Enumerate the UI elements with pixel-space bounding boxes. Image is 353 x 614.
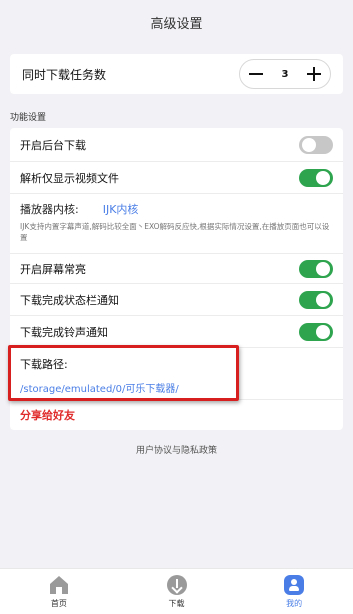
nav-me-label: 我的 — [286, 598, 303, 608]
nav-download[interactable]: 下载 — [118, 569, 236, 614]
page-title: 高级设置 — [150, 16, 203, 32]
status-notify-label: 下载完成状态栏通知 — [20, 293, 119, 307]
nav-me[interactable]: 我的 — [235, 569, 353, 614]
concurrent-tasks-value: 3 — [281, 68, 289, 80]
screen-on-toggle[interactable] — [299, 259, 333, 278]
nav-download-label: 下载 — [168, 598, 185, 608]
setting-ring-notify[interactable]: 下载完成铃声通知 — [10, 316, 343, 348]
nav-home-label: 首页 — [50, 598, 67, 608]
concurrent-tasks-stepper: 3 — [239, 59, 331, 89]
setting-background-download[interactable]: 开启后台下载 — [10, 128, 343, 162]
concurrent-tasks-card: 同时下载任务数 3 — [10, 54, 343, 94]
setting-screen-on[interactable]: 开启屏幕常亮 — [10, 254, 343, 284]
highlight-box — [8, 345, 239, 401]
video-only-label: 解析仅显示视频文件 — [20, 171, 119, 185]
setting-status-notify[interactable]: 下载完成状态栏通知 — [10, 284, 343, 316]
share-label: 分享给好友 — [20, 409, 75, 422]
share-row[interactable]: 分享给好友 — [10, 400, 343, 430]
toggle-knob — [316, 261, 330, 276]
toggle-knob — [316, 324, 330, 339]
status-notify-toggle[interactable] — [299, 290, 333, 309]
toggle-knob — [302, 137, 316, 152]
bottom-nav: 首页 下载 我的 — [0, 568, 353, 614]
background-download-label: 开启后台下载 — [20, 138, 86, 152]
ring-notify-toggle[interactable] — [299, 322, 333, 341]
player-core-label: 播放器内核: — [20, 203, 79, 216]
user-icon — [284, 574, 305, 595]
toggle-knob — [316, 292, 330, 307]
screen-on-label: 开启屏幕常亮 — [20, 262, 86, 276]
minus-button[interactable] — [249, 73, 263, 75]
nav-home[interactable]: 首页 — [0, 569, 118, 614]
setting-video-only[interactable]: 解析仅显示视频文件 — [10, 162, 343, 194]
ring-notify-label: 下载完成铃声通知 — [20, 325, 108, 339]
download-icon — [166, 574, 187, 595]
toggle-knob — [316, 170, 330, 185]
setting-player-core[interactable]: 播放器内核: IJK内核 IJK支持内置字幕声道,解码比较全面丶EXO解码反应快… — [10, 194, 343, 254]
concurrent-tasks-label: 同时下载任务数 — [22, 67, 107, 82]
video-only-toggle[interactable] — [299, 168, 333, 187]
background-download-toggle[interactable] — [299, 135, 333, 154]
section-title: 功能设置 — [10, 113, 47, 123]
home-icon — [49, 575, 68, 594]
player-core-description: IJK支持内置字幕声道,解码比较全面丶EXO解码反应快,根据实际情况设置,在播放… — [20, 222, 330, 242]
plus-button[interactable] — [307, 67, 321, 81]
header: 高级设置 — [0, 0, 353, 44]
policy-link[interactable]: 用户协议与隐私政策 — [0, 443, 353, 456]
player-core-value[interactable]: IJK内核 — [103, 201, 139, 217]
